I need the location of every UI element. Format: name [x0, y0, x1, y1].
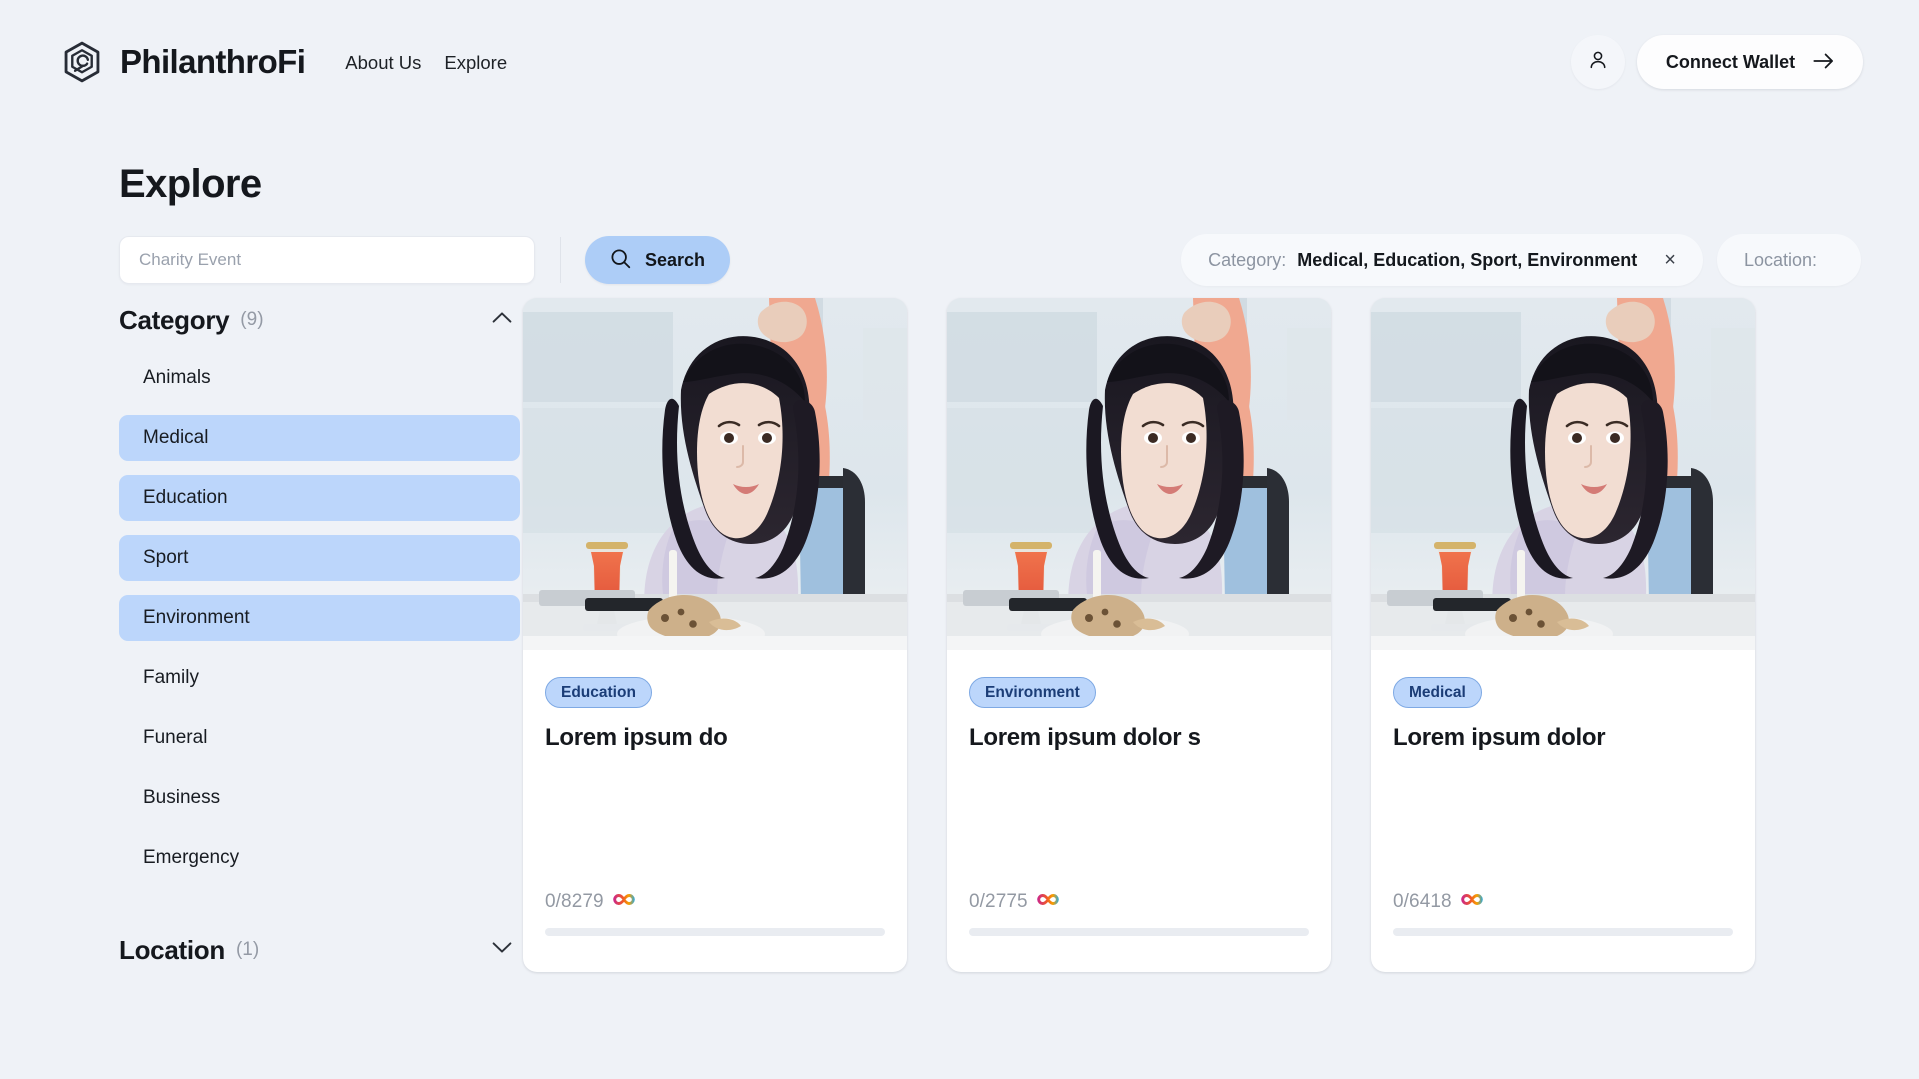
facet-title-location: Location	[119, 934, 225, 965]
brand-logo[interactable]: PhilanthroFi	[60, 40, 306, 84]
filters-sidebar: Category (9) Animals Medical Education S…	[119, 298, 520, 972]
facet-title-category: Category	[119, 304, 230, 335]
campaign-card-image	[947, 298, 1331, 650]
campaign-card-amount-row: 0/2775	[969, 891, 1309, 913]
campaign-card-footer: 0/2775	[969, 891, 1309, 972]
nav-item-about-us[interactable]: About Us	[345, 52, 421, 74]
campaign-card-grid: Education Lorem ipsum do 0/8279 Environm…	[520, 298, 1755, 972]
filter-chip-category[interactable]: Category: Medical, Education, Sport, Env…	[1181, 234, 1703, 286]
facet-item-environment[interactable]: Environment	[119, 595, 520, 641]
facet-item-education[interactable]: Education	[119, 475, 520, 521]
arrow-right-icon	[1813, 52, 1834, 73]
content-area: Category (9) Animals Medical Education S…	[0, 266, 1919, 972]
campaign-card-body: Environment Lorem ipsum dolor s 0/2775	[947, 650, 1331, 972]
campaign-card-image	[523, 298, 907, 650]
facet-count-location: (1)	[235, 939, 260, 960]
filter-chip-location-key: Location:	[1743, 249, 1817, 270]
facet-item-business[interactable]: Business	[119, 775, 520, 821]
active-filter-chips: Category: Medical, Education, Sport, Env…	[1181, 234, 1919, 286]
campaign-card-footer: 0/8279	[545, 891, 885, 972]
nav-item-explore[interactable]: Explore	[444, 52, 507, 74]
campaign-card-image	[1371, 298, 1755, 650]
close-icon[interactable]: ×	[1664, 250, 1676, 270]
connect-wallet-label: Connect Wallet	[1665, 51, 1796, 72]
header-actions: Connect Wallet	[1571, 35, 1863, 89]
campaign-card-amount-row: 0/6418	[1393, 891, 1733, 913]
woman-at-cafe-photo	[1371, 298, 1755, 650]
campaign-card-amount: 0/2775	[969, 891, 1028, 912]
campaign-card[interactable]: Medical Lorem ipsum dolor 0/6418	[1371, 298, 1755, 972]
woman-at-cafe-photo	[523, 298, 907, 650]
account-button[interactable]	[1571, 35, 1625, 89]
campaign-card-amount: 0/6418	[1393, 891, 1452, 912]
search-and-filter-bar: Search Category: Medical, Education, Spo…	[0, 204, 1919, 286]
campaign-card-progress	[545, 928, 885, 936]
chevron-down-icon[interactable]	[492, 941, 512, 959]
campaign-card-title: Lorem ipsum do	[545, 724, 728, 751]
campaign-card-title: Lorem ipsum dolor	[1393, 724, 1606, 751]
facet-item-family[interactable]: Family	[119, 655, 520, 701]
campaign-card-tag: Education	[545, 677, 652, 708]
facet-header-location[interactable]: Location (1)	[119, 928, 520, 972]
internet-computer-infinity-icon	[1460, 893, 1484, 911]
hexagon-spiral-logo-icon	[60, 40, 104, 84]
woman-at-cafe-photo	[947, 298, 1331, 650]
facet-item-animals[interactable]: Animals	[119, 355, 520, 401]
search-button[interactable]: Search	[585, 236, 730, 284]
campaign-card[interactable]: Education Lorem ipsum do 0/8279	[523, 298, 907, 972]
campaign-card-body: Medical Lorem ipsum dolor 0/6418	[1371, 650, 1755, 972]
internet-computer-infinity-icon	[1036, 893, 1060, 911]
facet-item-emergency[interactable]: Emergency	[119, 835, 520, 881]
filter-chip-category-value: Medical, Education, Sport, Environment	[1297, 249, 1638, 270]
campaign-card-progress	[1393, 928, 1733, 936]
site-header: PhilanthroFi About Us Explore Connect Wa…	[0, 0, 1919, 124]
facet-list-category: Animals Medical Education Sport Environm…	[119, 355, 520, 881]
campaign-card-amount: 0/8279	[545, 891, 604, 912]
main-nav: About Us Explore	[345, 52, 507, 74]
brand-name: PhilanthroFi	[120, 43, 306, 80]
campaign-card-tag: Medical	[1393, 677, 1482, 708]
person-icon	[1587, 49, 1609, 76]
page-title: Explore	[119, 162, 262, 206]
search-button-label: Search	[644, 249, 706, 270]
chevron-up-icon[interactable]	[492, 311, 512, 329]
facet-header-category[interactable]: Category (9)	[119, 298, 520, 342]
campaign-card-amount-row: 0/8279	[545, 891, 885, 913]
campaign-card-progress	[969, 928, 1309, 936]
connect-wallet-button[interactable]: Connect Wallet	[1637, 35, 1863, 89]
controls-divider	[560, 237, 561, 283]
facet-item-sport[interactable]: Sport	[119, 535, 520, 581]
filter-chip-category-key: Category:	[1208, 249, 1287, 270]
filter-chip-location[interactable]: Location:	[1716, 234, 1861, 286]
search-icon	[610, 248, 631, 272]
campaign-card-footer: 0/6418	[1393, 891, 1733, 972]
facet-item-medical[interactable]: Medical	[119, 415, 520, 461]
campaign-card-body: Education Lorem ipsum do 0/8279	[523, 650, 907, 972]
campaign-card-tag: Environment	[969, 677, 1096, 708]
internet-computer-infinity-icon	[612, 893, 636, 911]
facet-item-funeral[interactable]: Funeral	[119, 715, 520, 761]
campaign-card[interactable]: Environment Lorem ipsum dolor s 0/2775	[947, 298, 1331, 972]
search-input[interactable]	[119, 236, 535, 284]
facet-count-category: (9)	[240, 309, 264, 330]
campaign-card-title: Lorem ipsum dolor s	[969, 724, 1201, 751]
